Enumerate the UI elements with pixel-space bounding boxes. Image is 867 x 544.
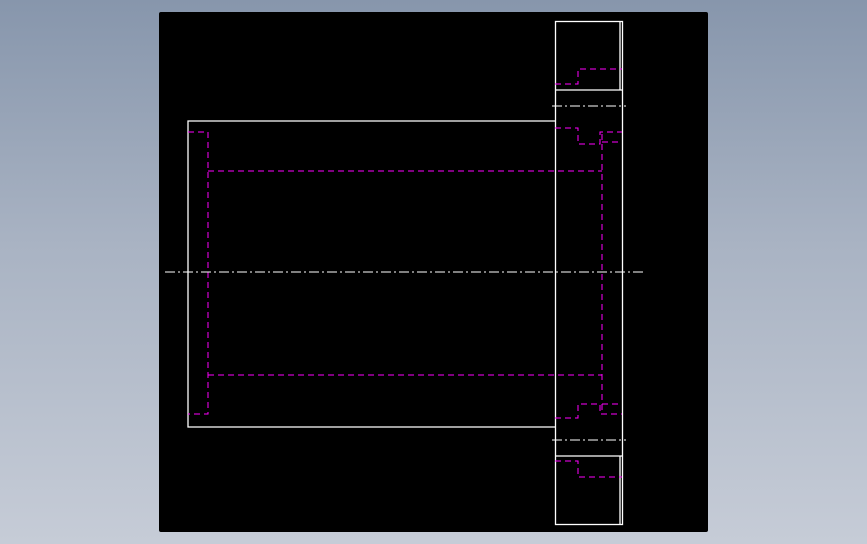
technical-drawing xyxy=(165,20,645,526)
bore-left-top xyxy=(188,131,209,415)
hidden-edges xyxy=(188,68,622,478)
top-bolt-hole xyxy=(555,68,622,85)
top-bolt-hole-lower xyxy=(555,127,622,145)
bottom-bolt-hole-upper xyxy=(555,403,622,419)
visible-edges xyxy=(187,20,624,526)
center-lines xyxy=(165,105,645,441)
body-outline xyxy=(187,120,555,428)
bottom-bolt-hole-lower xyxy=(555,460,622,478)
cad-viewport[interactable] xyxy=(159,12,708,532)
flange-outline xyxy=(554,20,624,526)
